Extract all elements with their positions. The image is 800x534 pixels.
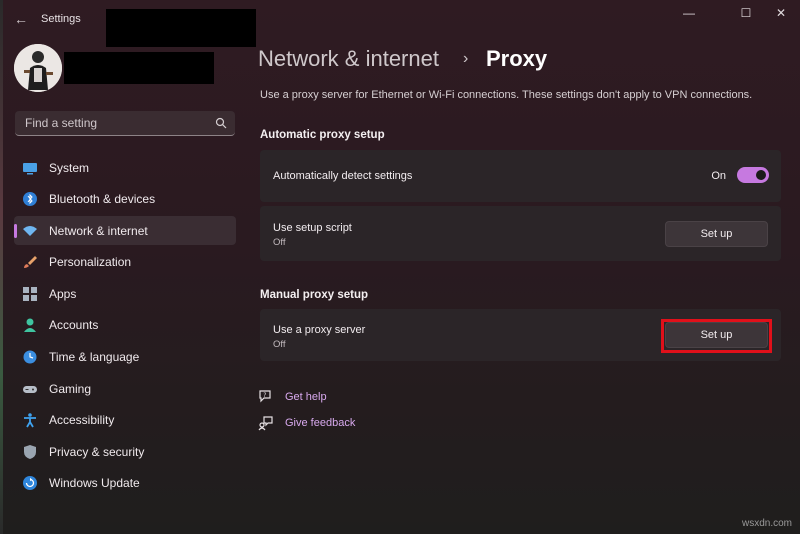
person-icon <box>22 317 38 333</box>
desktop-edge <box>0 0 3 534</box>
sidebar-item-apps[interactable]: Apps <box>14 279 236 308</box>
sidebar-item-label: Personalization <box>49 255 132 270</box>
sidebar-item-label: Network & internet <box>49 223 148 238</box>
wifi-icon <box>22 223 38 239</box>
apps-icon <box>22 286 38 302</box>
give-feedback-link[interactable]: Give feedback <box>258 415 355 431</box>
breadcrumb-parent[interactable]: Network & internet <box>258 46 439 72</box>
red-highlight-box <box>661 319 772 353</box>
sidebar-item-windows-update[interactable]: Windows Update <box>14 469 236 498</box>
sidebar-item-network[interactable]: Network & internet <box>14 216 236 246</box>
auto-detect-toggle[interactable] <box>737 167 769 183</box>
redaction-box <box>64 52 214 84</box>
sidebar-item-bluetooth[interactable]: Bluetooth & devices <box>14 185 236 214</box>
get-help-text[interactable]: Get help <box>285 391 327 403</box>
sidebar-item-personalization[interactable]: Personalization <box>14 248 236 277</box>
sidebar-item-privacy-security[interactable]: Privacy & security <box>14 437 236 466</box>
gamepad-icon <box>22 381 38 397</box>
shield-icon <box>22 444 38 460</box>
sidebar-item-label: System <box>49 160 90 175</box>
svg-text:?: ? <box>263 392 266 399</box>
card-auto-detect[interactable]: Automatically detect settings On <box>260 150 781 202</box>
section-heading-automatic: Automatic proxy setup <box>260 129 385 141</box>
sidebar-item-label: Bluetooth & devices <box>49 192 156 207</box>
watermark: wsxdn.com <box>741 518 792 529</box>
search-input[interactable] <box>23 115 215 131</box>
page-description: Use a proxy server for Ethernet or Wi-Fi… <box>260 89 753 101</box>
minimize-button[interactable]: — <box>667 0 711 26</box>
redaction-box <box>106 9 256 47</box>
sidebar-item-accounts[interactable]: Accounts <box>14 311 236 340</box>
setup-script-status: Off <box>273 237 286 248</box>
sidebar-item-label: Privacy & security <box>49 444 145 459</box>
get-help-link[interactable]: ? Get help <box>258 389 327 405</box>
page-title: Proxy <box>486 46 548 71</box>
sidebar-item-label: Apps <box>49 286 77 301</box>
back-arrow-icon[interactable]: ← <box>10 8 32 30</box>
setup-script-button[interactable]: Set up <box>665 221 768 247</box>
toggle-knob <box>756 170 766 180</box>
setup-script-label: Use setup script <box>273 222 352 234</box>
brush-icon <box>22 254 38 270</box>
card-setup-script[interactable]: Use setup script Off Set up <box>260 206 781 261</box>
sidebar-item-label: Time & language <box>49 350 140 365</box>
sidebar-item-label: Accessibility <box>49 413 115 428</box>
sidebar-item-label: Gaming <box>49 381 92 396</box>
section-heading-manual: Manual proxy setup <box>260 289 368 301</box>
app-title: Settings <box>41 13 81 25</box>
sidebar-item-gaming[interactable]: Gaming <box>14 374 236 403</box>
help-chat-icon: ? <box>259 390 271 403</box>
sidebar-item-label: Windows Update <box>49 476 140 491</box>
toggle-state-text: On <box>711 170 726 182</box>
clock-globe-icon <box>22 349 38 365</box>
proxy-server-status: Off <box>273 339 286 350</box>
sidebar-nav: System Bluetooth & devices Network & int… <box>14 153 236 501</box>
sidebar-item-time-language[interactable]: Time & language <box>14 343 236 372</box>
update-icon <box>22 475 38 491</box>
give-feedback-text[interactable]: Give feedback <box>285 417 355 429</box>
close-button[interactable]: ✕ <box>759 0 800 26</box>
avatar-picture-icon <box>14 44 62 92</box>
bluetooth-icon <box>22 191 38 207</box>
search-icon[interactable] <box>215 117 227 129</box>
avatar[interactable] <box>14 44 62 92</box>
display-icon <box>22 160 38 176</box>
feedback-icon <box>258 416 273 431</box>
sidebar-item-system[interactable]: System <box>14 153 236 182</box>
sidebar-item-accessibility[interactable]: Accessibility <box>14 406 236 435</box>
sidebar-item-label: Accounts <box>49 318 99 333</box>
auto-detect-label: Automatically detect settings <box>273 170 413 182</box>
breadcrumb-chevron-icon: › <box>463 50 469 67</box>
accessibility-icon <box>22 412 38 428</box>
search-box[interactable] <box>15 111 235 136</box>
proxy-server-label: Use a proxy server <box>273 324 366 336</box>
